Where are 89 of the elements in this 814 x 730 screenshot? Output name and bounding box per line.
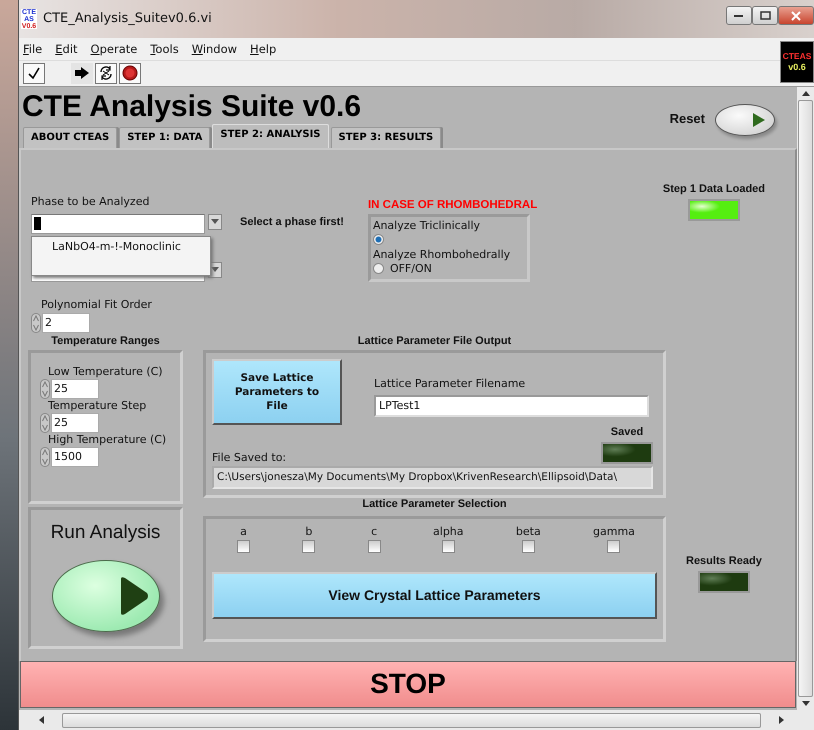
checkbox-label: alpha	[433, 524, 464, 538]
checkbox-label: beta	[516, 524, 541, 538]
phase-label: Phase to be Analyzed	[31, 194, 150, 208]
polynomial-label: Polynomial Fit Order	[41, 298, 153, 311]
scroll-up-icon[interactable]	[802, 90, 810, 96]
vertical-scrollbar[interactable]	[797, 86, 814, 710]
menu-item[interactable]: Edit	[55, 42, 78, 56]
triangle-icon	[752, 112, 766, 128]
scroll-left-icon[interactable]	[39, 716, 44, 724]
close-button[interactable]	[778, 6, 814, 25]
temperature-field[interactable]: 1500	[51, 446, 99, 467]
radio-caption: OFF/ON	[390, 262, 432, 276]
save-button[interactable]: Save Lattice Parameters to File	[212, 358, 342, 425]
cycle-arrows-icon	[98, 65, 114, 82]
run-continuously-button[interactable]	[95, 62, 117, 84]
field-label: Low Temperature (C)	[48, 364, 164, 378]
radio-button[interactable]	[372, 263, 384, 274]
close-icon	[791, 10, 801, 20]
phase-dropdown-field[interactable]	[31, 214, 205, 234]
horizontal-scrollbar[interactable]	[19, 710, 814, 730]
dropdown-arrow-button[interactable]	[208, 214, 222, 230]
triangle-icon	[118, 576, 148, 616]
temperature-field[interactable]: 25	[51, 412, 99, 433]
check-icon	[27, 66, 41, 80]
checkbox-label: gamma	[593, 524, 635, 538]
section-title: Temperature Ranges	[50, 334, 161, 349]
dropdown-option[interactable]: LaNbO4-m-!-Monoclinic	[52, 240, 181, 253]
reset-button[interactable]	[715, 104, 775, 136]
tab[interactable]: STEP 1: DATA	[119, 126, 210, 148]
reset-label: Reset	[670, 110, 705, 126]
filename-field[interactable]: LPTest1	[374, 394, 649, 417]
minimize-button[interactable]	[726, 6, 752, 25]
led-label: Results Ready	[686, 554, 762, 567]
spinner-icon[interactable]	[40, 378, 50, 399]
check-button[interactable]	[23, 62, 45, 84]
checkbox[interactable]	[237, 540, 250, 553]
path-field: C:\Users\jonesza\My Documents\My Dropbox\KrivenResearch\Ellipsoid\Data\	[212, 466, 653, 489]
menu-item[interactable]: Operate	[90, 42, 138, 56]
led-label: Saved	[610, 426, 644, 438]
checkbox[interactable]	[442, 540, 455, 553]
radio-button[interactable]	[372, 234, 384, 246]
scroll-down-icon[interactable]	[802, 701, 810, 706]
checkbox-label: c	[371, 524, 378, 538]
spinner-icon[interactable]	[40, 412, 50, 433]
maximize-icon	[760, 11, 770, 20]
checkbox[interactable]	[368, 540, 381, 553]
logo-text: CTEAS	[782, 50, 812, 62]
polynomial-field[interactable]: 2	[42, 312, 90, 333]
temperature-field[interactable]: 25	[51, 378, 99, 399]
radio-label: Analyze Triclinically	[372, 218, 482, 232]
rhombohedral-heading: IN CASE OF RHOMBOHEDRAL	[368, 198, 538, 211]
checkbox-label: b	[305, 524, 312, 538]
hint-text: Select a phase first!	[240, 216, 344, 228]
checkbox[interactable]	[302, 540, 316, 553]
caret-icon	[211, 266, 219, 273]
run-analysis-label: Run Analysis	[50, 522, 160, 544]
arrow-icon	[74, 66, 90, 80]
menu-item[interactable]: File	[23, 42, 42, 56]
field-label: High Temperature (C)	[48, 432, 168, 446]
checkbox-label: a	[240, 524, 247, 538]
logo-text: v0.6	[788, 62, 806, 73]
window-title: CTE_Analysis_Suitev0.6.vi	[43, 11, 212, 26]
filename-label: Lattice Parameter Filename	[374, 376, 526, 390]
path-label: File Saved to:	[212, 450, 286, 464]
radio-label: Analyze Rhombohedrally	[372, 248, 512, 261]
abort-button[interactable]	[119, 62, 141, 84]
section-title: Lattice Parameter File Output	[356, 334, 512, 349]
tab[interactable]: STEP 3: RESULTS	[330, 126, 442, 148]
caret-icon	[211, 218, 219, 225]
stop-sign-icon	[122, 65, 138, 82]
maximize-button[interactable]	[752, 6, 778, 25]
minimize-icon	[734, 14, 744, 18]
menu-item[interactable]: Tools	[150, 42, 179, 56]
led-label: Step 1 Data Loaded	[662, 182, 765, 195]
checkbox[interactable]	[607, 540, 620, 553]
spinner-icon[interactable]	[31, 312, 41, 333]
menu-item[interactable]: Window	[192, 42, 238, 56]
run-button[interactable]	[71, 62, 93, 84]
panel-title: CTE Analysis Suite v0.6	[22, 90, 362, 124]
spinner-icon[interactable]	[40, 446, 50, 467]
view-parameters-button[interactable]: View Crystal Lattice Parameters	[212, 572, 657, 619]
field-label: Temperature Step	[48, 398, 148, 412]
scroll-right-icon[interactable]	[779, 716, 784, 724]
section-title: Lattice Parameter Selection	[361, 498, 508, 512]
checkbox[interactable]	[522, 540, 535, 553]
stop-button[interactable]: STOP	[20, 660, 796, 708]
tab[interactable]: STEP 2: ANALYSIS	[212, 124, 329, 149]
menu-item[interactable]: Help	[250, 42, 276, 56]
tab[interactable]: ABOUT CTEAS	[23, 126, 118, 148]
